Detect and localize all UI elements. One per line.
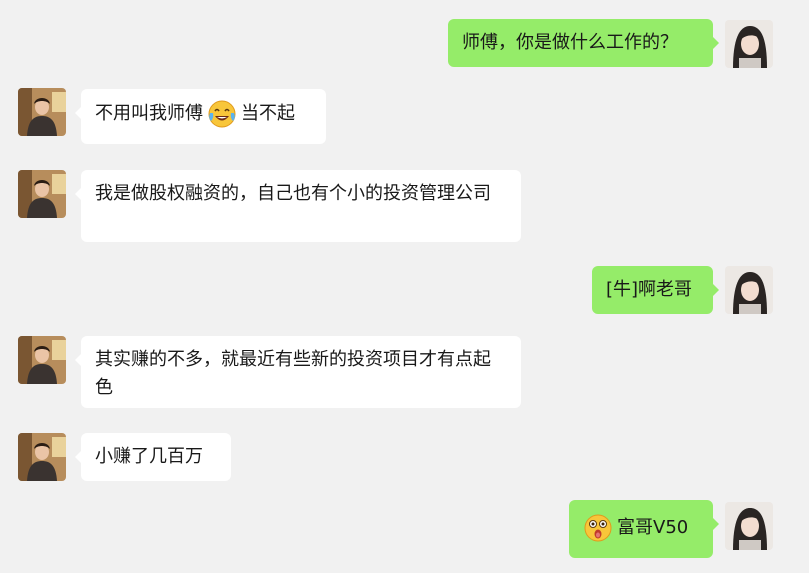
message-bubble[interactable]: 富哥V50: [569, 500, 719, 558]
message-text: 富哥V50: [617, 517, 689, 538]
message-bubble[interactable]: [牛]啊老哥: [592, 266, 719, 314]
contact-avatar[interactable]: [18, 433, 66, 481]
astonished-face-emoji: [583, 513, 613, 543]
message-text: [牛]啊老哥: [606, 279, 693, 300]
contact-avatar[interactable]: [18, 336, 66, 384]
self-avatar[interactable]: [725, 266, 773, 314]
message-bubble[interactable]: 师傅，你是做什么工作的？: [448, 19, 719, 67]
message-bubble[interactable]: 不用叫我师傅 当不起: [75, 89, 326, 144]
message-text: 不用叫我师傅: [95, 103, 203, 124]
contact-avatar[interactable]: [18, 88, 66, 136]
tears-of-joy-emoji: [207, 99, 237, 129]
message-text: 当不起: [241, 103, 295, 124]
message-text: 师傅，你是做什么工作的？: [462, 32, 678, 53]
self-avatar[interactable]: [725, 20, 773, 68]
message-text: 其实赚的不多，就最近有些新的投资项目才有点起色: [95, 349, 491, 398]
message-bubble[interactable]: 我是做股权融资的，自己也有个小的投资管理公司: [75, 170, 521, 242]
message-text: 我是做股权融资的，自己也有个小的投资管理公司: [95, 183, 491, 204]
message-text: 小赚了几百万: [95, 446, 203, 467]
message-bubble[interactable]: 小赚了几百万: [75, 433, 231, 481]
chat-message-list[interactable]: 师傅，你是做什么工作的？ 不用叫我师傅 当不起 我是做股权融资的，自己也有个小的…: [0, 0, 809, 573]
self-avatar[interactable]: [725, 502, 773, 550]
message-bubble[interactable]: 其实赚的不多，就最近有些新的投资项目才有点起色: [75, 336, 521, 408]
contact-avatar[interactable]: [18, 170, 66, 218]
